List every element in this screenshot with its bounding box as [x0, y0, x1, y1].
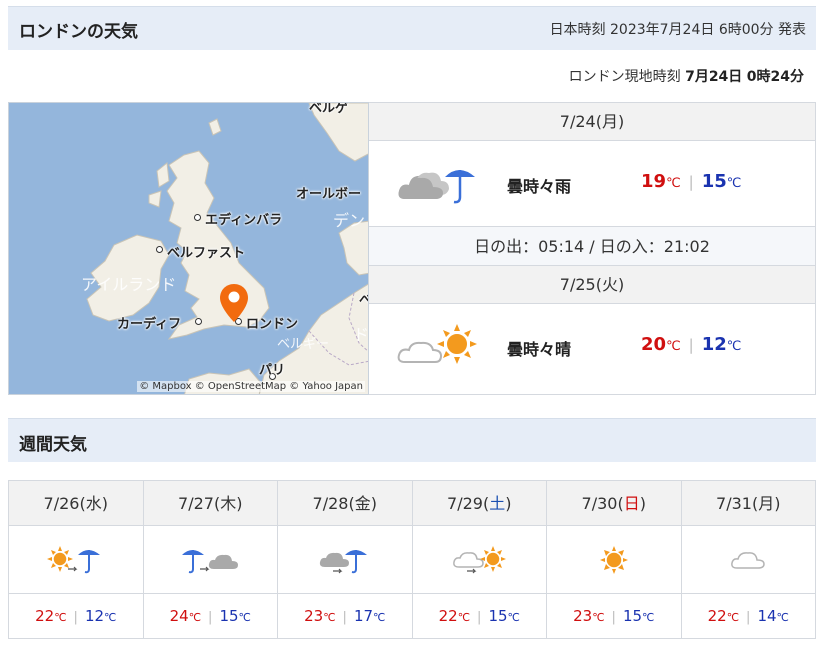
today-temps: 19℃ | 15℃	[641, 171, 741, 192]
today-forecast: 曇時々雨 19℃ | 15℃	[369, 141, 815, 227]
today-low: 15	[701, 171, 727, 192]
weather-map[interactable]: ベルゲ オールボー デン エディンバラ ベルファスト アイルランド カーディフ …	[8, 102, 369, 395]
week-day-date: 7/27(木)	[143, 481, 277, 526]
map-label-edinburgh: エディンバラ	[205, 213, 283, 228]
week-day-dow: 木	[220, 494, 237, 513]
tomorrow-low-unit: ℃	[726, 339, 742, 354]
issued-time: 日本時刻 2023年7月24日 6時00分 発表	[549, 22, 806, 38]
tomorrow-forecast: 曇時々晴 20℃ | 12℃	[369, 304, 815, 390]
map-label-paris: パリ	[259, 363, 286, 378]
tomorrow-high: 20	[641, 334, 667, 355]
local-time-time: 0時24分	[746, 69, 804, 85]
week-day-date: 7/30(日)	[547, 481, 681, 526]
tomorrow-high-unit: ℃	[666, 339, 681, 354]
cloud-icon	[681, 526, 815, 594]
week-day-temps: 24℃ | 15℃	[169, 607, 251, 625]
temp-separator: |	[688, 336, 694, 354]
week-day-date: 7/28(金)	[278, 481, 412, 526]
week-day: 7/28(金) 23℃ | 17℃	[278, 481, 413, 638]
rain-then-cloud-icon	[143, 526, 277, 594]
week-day: 7/26(水) 22℃ | 12℃	[9, 481, 144, 638]
map-label-ireland: アイルランド	[81, 275, 177, 294]
cloud-then-sun-icon	[412, 526, 546, 594]
week-day-temps: 23℃ | 15℃	[573, 607, 655, 625]
week-day: 7/30(日) 23℃ | 15℃	[547, 481, 682, 638]
sun-then-rain-icon	[9, 526, 143, 594]
today-date: 7/24(月)	[369, 103, 815, 141]
map-label-cardiff: カーディフ	[117, 317, 182, 332]
week-day-date: 7/29(土)	[412, 481, 546, 526]
sun-icon	[547, 526, 681, 594]
page-title: ロンドンの天気	[19, 22, 138, 42]
week-day-dow: 月	[758, 494, 775, 513]
today-high: 19	[641, 171, 667, 192]
sunrise-sunset: 日の出：05:14 / 日の入：21:02	[369, 227, 815, 266]
map-label-right-edge: べ	[359, 289, 368, 308]
map-label-aalborg: オールボー	[296, 187, 362, 202]
map-label-denmark: デン	[333, 211, 366, 230]
weekly-title: 週間天気	[19, 435, 87, 455]
week-day-temps: 23℃ | 17℃	[304, 607, 386, 625]
map-label-germany: ド	[353, 325, 369, 344]
local-time: ロンドン現地時刻 7月24日 0時24分	[569, 66, 804, 86]
map-label-bergen: ベルゲ	[309, 102, 349, 116]
map-dot-belfast	[156, 246, 163, 253]
header-bar: ロンドンの天気 日本時刻 2023年7月24日 6時00分 発表	[8, 6, 816, 50]
temp-separator: |	[688, 173, 694, 191]
week-day-temps: 22℃ | 14℃	[707, 607, 789, 625]
local-time-label: ロンドン現地時刻	[568, 69, 681, 85]
cloud-then-sun-icon	[397, 322, 481, 374]
map-dot-edinburgh	[194, 214, 201, 221]
today-weather-text: 曇時々雨	[507, 177, 572, 196]
week-day-dow: 日	[623, 494, 640, 513]
week-day: 7/27(木) 24℃ | 15℃	[143, 481, 278, 638]
map-attribution[interactable]: © Mapbox © OpenStreetMap © Yahoo Japan	[137, 381, 365, 392]
cloud-then-rain-icon	[397, 159, 477, 211]
local-time-date: 7月24日	[685, 69, 743, 85]
weekly-header: 週間天気	[8, 418, 816, 462]
today-low-unit: ℃	[726, 176, 742, 191]
week-day-temps: 22℃ | 15℃	[438, 607, 520, 625]
map-label-belfast: ベルファスト	[167, 246, 246, 261]
tomorrow-temps: 20℃ | 12℃	[641, 334, 741, 355]
week-day-dow: 金	[354, 494, 371, 513]
week-day-dow: 土	[489, 494, 506, 513]
location-pin-icon	[220, 284, 248, 322]
map-dot-cardiff	[195, 318, 202, 325]
map-label-belgium: ベルギー	[277, 337, 330, 352]
week-day-dow: 水	[85, 494, 102, 513]
cloud-then-rain-icon	[278, 526, 412, 594]
today-high-unit: ℃	[666, 176, 681, 191]
forecast-panel: 7/24(月) 曇時々雨 19℃ | 15℃ 日の出：05:14 / 日の入：21:…	[369, 102, 816, 395]
week-day-date: 7/31(月)	[681, 481, 815, 526]
tomorrow-date: 7/25(火)	[369, 266, 815, 304]
week-day-date: 7/26(水)	[9, 481, 143, 526]
week-day: 7/29(土) 22℃ | 15℃	[412, 481, 547, 638]
week-day: 7/31(月) 22℃ | 14℃	[681, 481, 815, 638]
tomorrow-weather-text: 曇時々晴	[507, 340, 572, 359]
week-day-temps: 22℃ | 12℃	[35, 607, 117, 625]
tomorrow-low: 12	[701, 334, 727, 355]
weekly-forecast: 7/26(水) 22℃ | 12℃ 7/27(木) 24℃ | 15℃ 7/28(金)	[8, 480, 816, 639]
map-label-london: ロンドン	[246, 317, 299, 332]
